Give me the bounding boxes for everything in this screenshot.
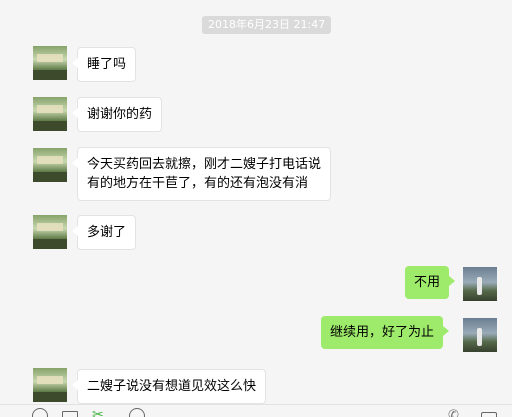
message-timestamp: 2018年6月23日 21:47: [202, 16, 332, 34]
contact-avatar[interactable]: [33, 46, 67, 80]
incoming-message-bubble[interactable]: 二嫂子说没有想道见效这么快: [71, 369, 267, 404]
contact-avatar[interactable]: [33, 368, 67, 402]
message-text-line: 今天买药回去就擦，刚才二嫂子打电话说: [87, 157, 322, 172]
incoming-message-bubble[interactable]: 多谢了: [71, 215, 137, 250]
contact-avatar[interactable]: [33, 97, 67, 131]
message-text: 二嫂子说没有想道见效这么快: [87, 379, 257, 394]
message-text: 不用: [414, 275, 441, 290]
incoming-message-bubble[interactable]: 谢谢你的药: [71, 97, 163, 132]
incoming-message-bubble[interactable]: 今天买药回去就擦，刚才二嫂子打电话说 有的地方在干苣了，有的还有泡没有消: [71, 147, 332, 201]
self-avatar[interactable]: [463, 267, 497, 301]
message-text: 谢谢你的药: [87, 107, 153, 122]
video-icon[interactable]: [481, 412, 497, 417]
outgoing-message-bubble[interactable]: 继续用，好了为止: [321, 316, 450, 349]
folder-icon[interactable]: [62, 411, 78, 417]
message-text: 继续用，好了为止: [330, 325, 435, 340]
input-toolbar: ✂ ✆: [0, 404, 512, 417]
message-text: 多谢了: [87, 225, 127, 240]
incoming-message-bubble[interactable]: 睡了吗: [71, 47, 137, 82]
self-avatar[interactable]: [463, 318, 497, 352]
contact-avatar[interactable]: [33, 148, 67, 182]
message-text: 睡了吗: [87, 57, 127, 72]
contact-avatar[interactable]: [33, 215, 67, 249]
outgoing-message-bubble[interactable]: 不用: [405, 266, 456, 299]
message-text-line: 有的地方在干苣了，有的还有泡没有消: [87, 176, 309, 191]
